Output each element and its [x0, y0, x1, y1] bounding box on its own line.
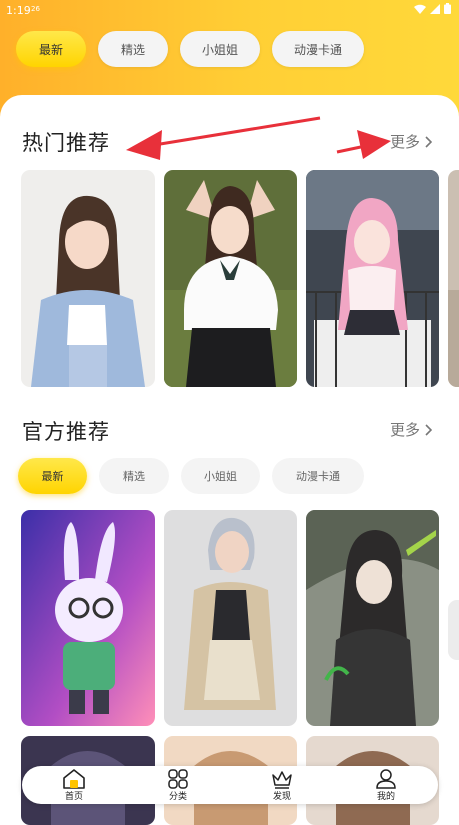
tab-latest[interactable]: 最新	[16, 31, 86, 67]
tab-label: 精选	[120, 42, 145, 57]
chevron-right-icon	[425, 135, 433, 148]
nav-home-label: 首页	[64, 791, 83, 802]
chevron-right-icon	[425, 423, 433, 436]
tab-label: 小姐姐	[201, 42, 238, 57]
more-label: 更多	[390, 421, 421, 439]
hot-wallpaper-3[interactable]	[306, 170, 439, 387]
hot-more-link[interactable]: 更多	[390, 131, 433, 152]
nav-profile[interactable]: 我的	[351, 768, 421, 802]
official-category-tabs: 最新 精选 小姐姐 动漫卡通	[18, 458, 364, 494]
tab-anime[interactable]: 动漫卡通	[272, 458, 364, 494]
bottom-navigation: 首页 分类 发现 我的	[22, 766, 438, 804]
status-indicator: 26	[31, 5, 40, 13]
tab-label: 精选	[123, 470, 145, 483]
battery-icon	[444, 3, 451, 14]
nav-category-label: 分类	[168, 791, 187, 802]
official-wallpaper-4-partial[interactable]	[448, 600, 459, 660]
tab-label: 小姐姐	[204, 470, 237, 483]
annotation-arrow-icon	[126, 116, 321, 160]
tab-label: 最新	[38, 42, 63, 57]
hot-wallpaper-4-partial[interactable]	[448, 170, 459, 387]
home-icon	[63, 768, 85, 789]
tab-young-ladies[interactable]: 小姐姐	[181, 458, 260, 494]
crown-icon	[272, 770, 292, 789]
signal-icon	[430, 3, 440, 14]
nav-profile-label: 我的	[376, 791, 395, 802]
official-wallpaper-3[interactable]	[306, 510, 439, 726]
tab-latest[interactable]: 最新	[18, 458, 87, 494]
grid-icon	[168, 768, 188, 789]
category-tabs: 最新 精选 小姐姐 动漫卡通	[16, 31, 364, 67]
nav-category[interactable]: 分类	[143, 768, 213, 802]
official-wallpaper-2[interactable]	[164, 510, 297, 726]
tab-label: 动漫卡通	[296, 470, 340, 483]
nav-discover[interactable]: 发现	[247, 769, 317, 802]
hot-section-title: 热门推荐	[22, 131, 110, 155]
tab-featured[interactable]: 精选	[98, 31, 168, 67]
hot-wallpaper-1[interactable]	[21, 170, 155, 387]
status-time: 1:19	[6, 4, 31, 17]
nav-discover-label: 发现	[272, 791, 291, 802]
nav-home[interactable]: 首页	[39, 768, 109, 802]
status-icons	[414, 3, 451, 14]
annotation-arrow-icon	[336, 130, 391, 159]
tab-anime[interactable]: 动漫卡通	[272, 31, 364, 67]
official-section-title: 官方推荐	[22, 420, 110, 444]
tab-label: 最新	[41, 470, 64, 483]
tab-young-ladies[interactable]: 小姐姐	[180, 31, 260, 67]
tab-featured[interactable]: 精选	[99, 458, 169, 494]
official-wallpaper-1[interactable]	[21, 510, 155, 726]
user-icon	[376, 768, 396, 789]
status-bar: 1:19 26	[0, 0, 459, 22]
tab-label: 动漫卡通	[293, 42, 342, 57]
official-more-link[interactable]: 更多	[390, 419, 433, 440]
wifi-icon	[414, 4, 426, 14]
hot-wallpaper-2[interactable]	[164, 170, 297, 387]
